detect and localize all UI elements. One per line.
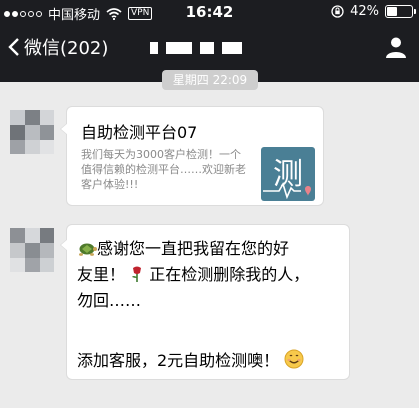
message-line-1: 感谢您一直把我留在您的好 <box>97 239 290 258</box>
chat-title-redacted <box>150 42 242 54</box>
message-line: 感谢您一直把我留在您的好 <box>77 235 289 259</box>
card-thumbnail: 测 <box>261 147 315 201</box>
message-line: 友里！ 正在检测删除我的人， <box>77 261 309 285</box>
card-title: 自助检测平台07 <box>81 123 198 142</box>
card-description: 我们每天为3000客户检测！一个值得信赖的检测平台……欢迎新老客户体验!!! <box>81 148 246 191</box>
message-line-2a: 友里！ <box>77 265 126 284</box>
orientation-lock-icon <box>331 5 344 18</box>
status-right: 42% <box>331 4 416 19</box>
avatar[interactable] <box>10 110 54 154</box>
message-bubble[interactable]: 感谢您一直把我留在您的好 友里！ 正在检测删除我的人， 勿回…… 添加客服，2元… <box>60 224 350 380</box>
back-chevron-icon <box>8 38 19 56</box>
link-card[interactable]: 自助检测平台07 我们每天为3000客户检测！一个值得信赖的检测平台……欢迎新老… <box>60 106 324 206</box>
heartbeat-icon <box>263 181 311 199</box>
back-button[interactable]: 微信(202) <box>8 34 108 60</box>
smile-emoji-icon <box>284 349 304 369</box>
rose-emoji-icon <box>132 266 142 282</box>
navbar: 微信(202) <box>0 26 419 72</box>
message-line-4: 添加客服，2元自助检测噢！ <box>77 351 280 370</box>
status-bar: 中国移动 VPN 16:42 42% <box>0 0 419 24</box>
battery-percent: 42% <box>350 4 379 19</box>
message-line-2b: 正在检测删除我的人， <box>149 265 310 284</box>
avatar[interactable] <box>10 228 54 272</box>
profile-icon[interactable] <box>385 36 407 58</box>
battery-icon <box>385 5 416 18</box>
message-line-3: 勿回…… <box>77 291 142 310</box>
message-line: 添加客服，2元自助检测噢！ <box>77 347 304 371</box>
battery-fill <box>387 7 397 16</box>
turtle-emoji-icon <box>79 243 97 256</box>
message-timestamp: 星期四 22:09 <box>162 70 258 90</box>
back-label: 微信(202) <box>24 38 109 59</box>
